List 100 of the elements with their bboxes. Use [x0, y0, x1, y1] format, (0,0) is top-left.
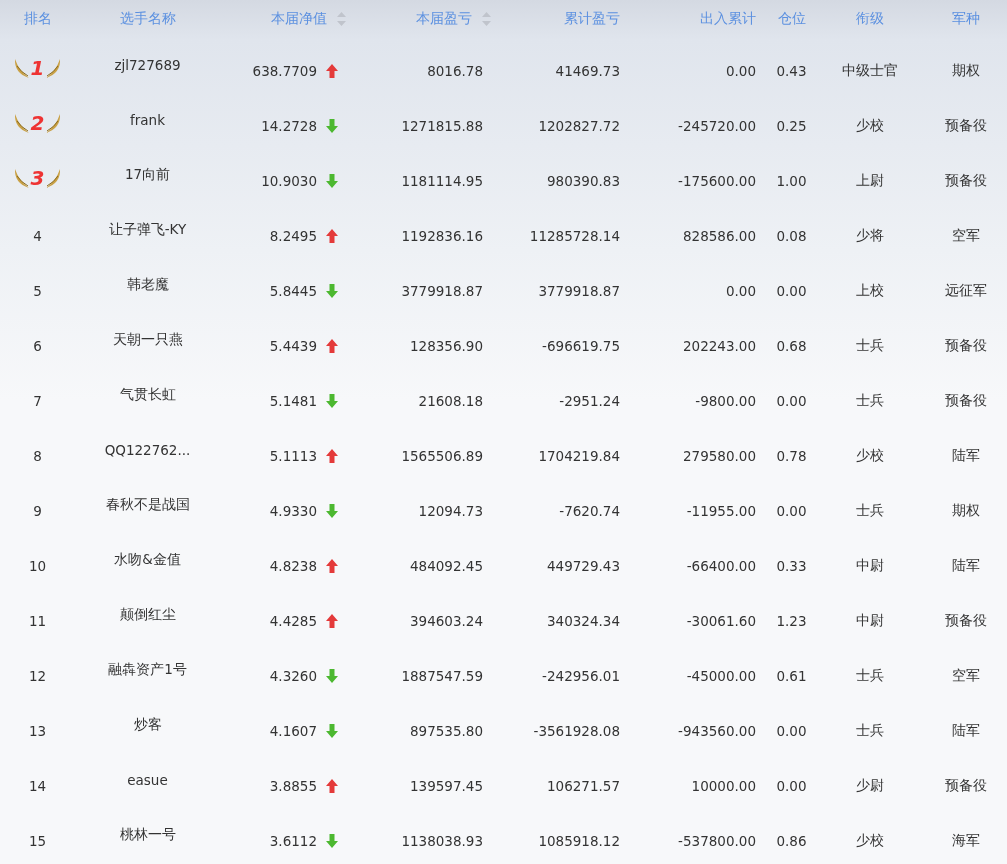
- period-profit: 1565506.89: [401, 447, 483, 464]
- column-header: 累计盈亏: [564, 9, 620, 28]
- position-ratio: 1.00: [776, 172, 807, 189]
- period-profit: 1138038.93: [401, 832, 483, 849]
- military-rank: 士兵: [856, 336, 884, 355]
- rank-number: 11: [28, 612, 47, 629]
- player-name: 水吻&金值: [114, 550, 181, 569]
- net-value: 10.9030: [261, 172, 317, 189]
- total-profit: 3779918.87: [538, 282, 620, 299]
- rank-number: 12: [28, 667, 47, 684]
- column-header: 本届盈亏: [416, 9, 472, 28]
- player-name: frank: [130, 111, 165, 128]
- inflow-total: -11955.00: [686, 502, 756, 519]
- column-header: 出入累计: [700, 9, 756, 28]
- player-name: 韩老魔: [126, 275, 169, 294]
- inflow-total: -9800.00: [695, 392, 756, 409]
- column-header: 军种: [952, 9, 980, 28]
- military-rank: 士兵: [856, 391, 884, 410]
- rank-number: 9: [33, 502, 42, 519]
- inflow-total: 10000.00: [691, 777, 756, 794]
- rank-number: 5: [33, 282, 42, 299]
- position-ratio: 0.00: [776, 282, 807, 299]
- service-branch: 预备役: [945, 611, 987, 630]
- player-name: 颠倒红尘: [119, 605, 176, 624]
- column-header: 仓位: [777, 9, 806, 28]
- position-ratio: 0.43: [776, 62, 807, 79]
- position-ratio: 0.61: [776, 667, 807, 684]
- net-value: 3.6112: [269, 832, 317, 849]
- position-ratio: 1.23: [776, 612, 807, 629]
- inflow-total: -175600.00: [678, 172, 756, 189]
- position-ratio: 0.25: [776, 117, 807, 134]
- period-profit: 1181114.95: [401, 172, 483, 189]
- service-branch: 预备役: [945, 776, 987, 795]
- inflow-total: 202243.00: [683, 337, 756, 354]
- net-value: 4.3260: [269, 667, 317, 684]
- inflow-total: -45000.00: [686, 667, 756, 684]
- military-rank: 少尉: [856, 776, 884, 795]
- inflow-total: -537800.00: [678, 832, 756, 849]
- player-name: 天朝一只燕: [112, 330, 183, 349]
- column-header: 本届净值: [271, 9, 327, 28]
- military-rank: 上尉: [856, 171, 884, 190]
- sort-icon[interactable]: [337, 11, 346, 26]
- inflow-total: 0.00: [725, 62, 756, 79]
- period-profit: 897535.80: [410, 722, 483, 739]
- net-value: 5.4439: [269, 337, 317, 354]
- player-name: 17向前: [124, 165, 171, 184]
- player-name: easue: [127, 771, 168, 788]
- net-value: 14.2728: [261, 117, 317, 134]
- net-value: 5.1481: [269, 392, 317, 409]
- military-rank: 士兵: [856, 721, 884, 740]
- period-profit: 1271815.88: [401, 117, 483, 134]
- player-name: 春秋不是战国: [105, 495, 190, 514]
- rank-number: 13: [28, 722, 47, 739]
- inflow-total: -943560.00: [678, 722, 756, 739]
- net-value: 4.1607: [269, 722, 317, 739]
- service-branch: 陆军: [952, 446, 980, 465]
- laurel-rank-badge: 2: [12, 110, 63, 135]
- total-profit: 11285728.14: [529, 227, 620, 244]
- column-header: 排名: [23, 9, 52, 28]
- rank-number: 8: [33, 447, 42, 464]
- total-profit: 1085918.12: [538, 832, 620, 849]
- military-rank: 上校: [856, 281, 884, 300]
- position-ratio: 0.86: [776, 832, 807, 849]
- rank-number: 14: [28, 777, 47, 794]
- service-branch: 远征军: [945, 281, 987, 300]
- total-profit: 1202827.72: [538, 117, 620, 134]
- inflow-total: -30061.60: [686, 612, 756, 629]
- position-ratio: 0.00: [776, 722, 807, 739]
- player-name: QQ122762...: [104, 441, 191, 458]
- service-branch: 期权: [952, 501, 980, 520]
- total-profit: -2951.24: [559, 392, 620, 409]
- military-rank: 少将: [856, 226, 884, 245]
- period-profit: 3779918.87: [401, 282, 483, 299]
- inflow-total: 0.00: [725, 282, 756, 299]
- column-header: 衔级: [856, 9, 884, 28]
- service-branch: 陆军: [952, 721, 980, 740]
- military-rank: 士兵: [856, 501, 884, 520]
- period-profit: 8016.78: [427, 62, 483, 79]
- rank-number: 6: [33, 337, 42, 354]
- rank-number: 10: [28, 557, 47, 574]
- total-profit: -3561928.08: [533, 722, 620, 739]
- player-name: 桃林一号: [119, 825, 176, 844]
- inflow-total: 279580.00: [683, 447, 756, 464]
- total-profit: -696619.75: [542, 337, 620, 354]
- player-name: zjl727689: [114, 56, 181, 73]
- player-name: 融犇资产1号: [108, 660, 187, 679]
- position-ratio: 0.78: [776, 447, 807, 464]
- position-ratio: 0.33: [776, 557, 807, 574]
- total-profit: -7620.74: [559, 502, 620, 519]
- total-profit: 340324.34: [547, 612, 620, 629]
- service-branch: 预备役: [945, 171, 987, 190]
- service-branch: 预备役: [945, 116, 987, 135]
- net-value: 4.4285: [269, 612, 317, 629]
- period-profit: 21608.18: [418, 392, 483, 409]
- military-rank: 少校: [856, 446, 884, 465]
- laurel-rank-badge: 1: [12, 55, 63, 80]
- player-name: 炒客: [133, 715, 162, 734]
- inflow-total: -245720.00: [678, 117, 756, 134]
- sort-icon[interactable]: [482, 11, 491, 26]
- period-profit: 12094.73: [418, 502, 483, 519]
